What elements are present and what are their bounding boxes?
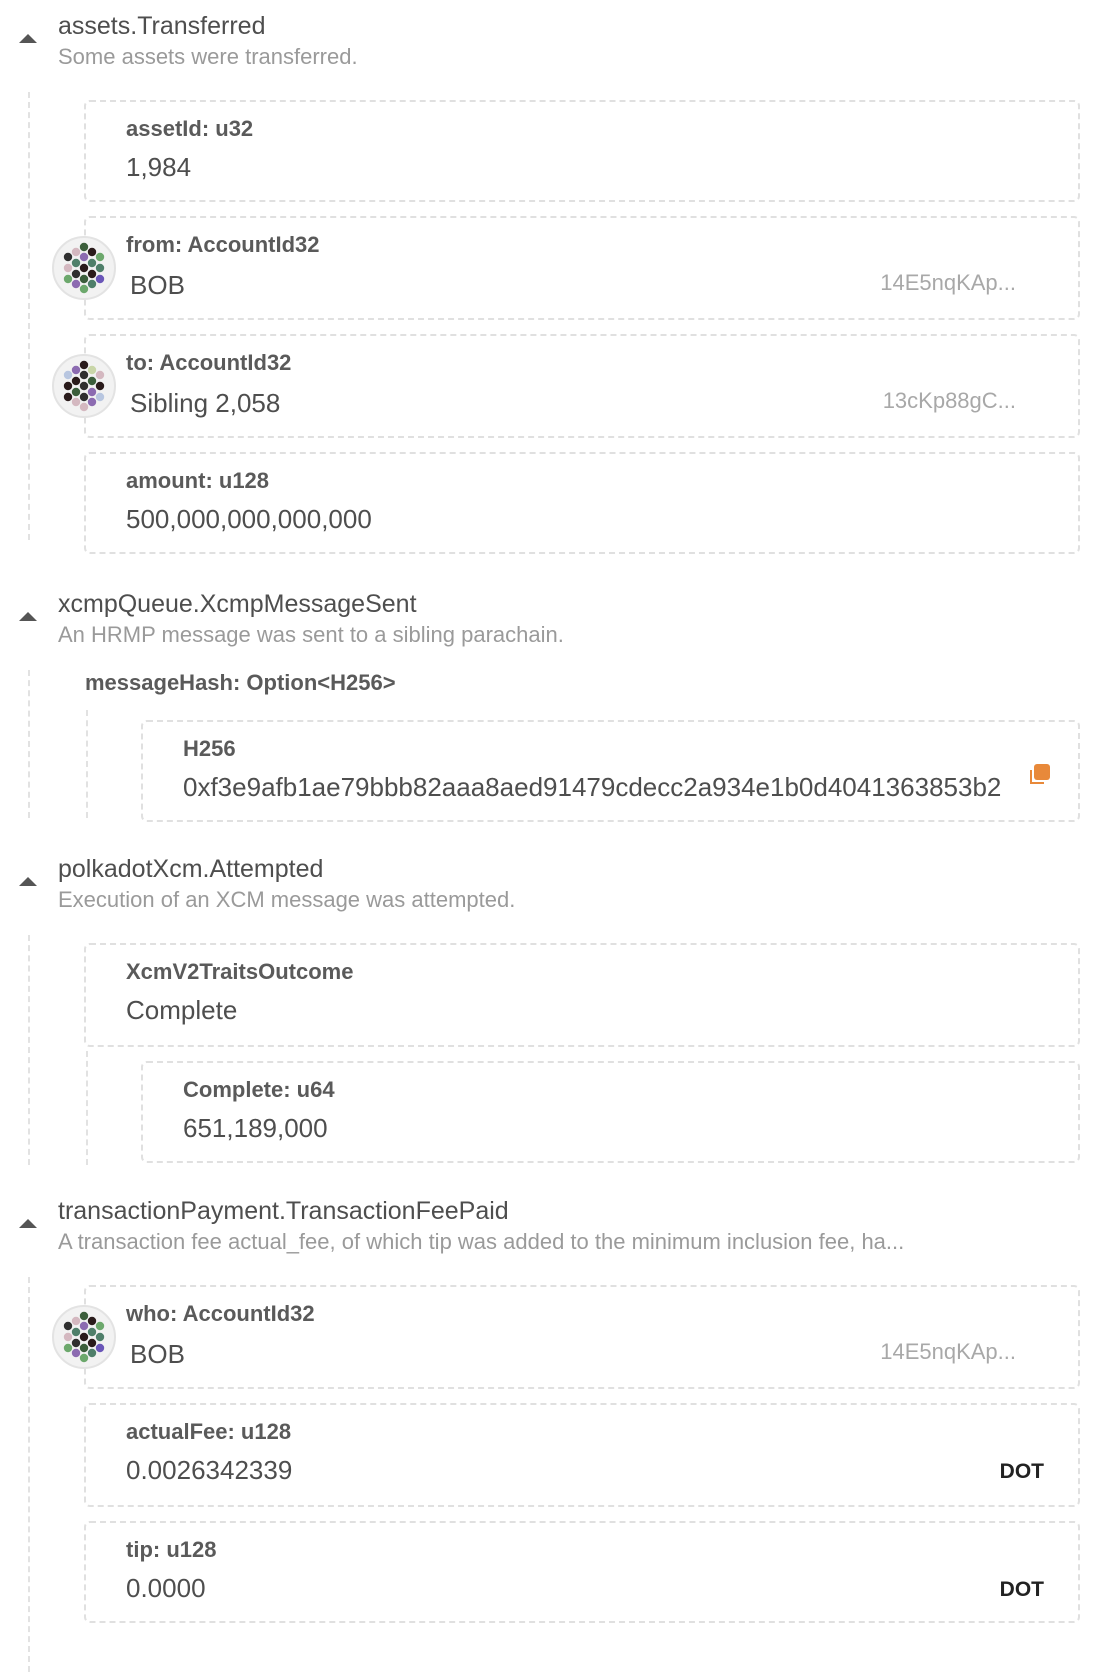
- event-name[interactable]: transactionPayment.TransactionFeePaid: [58, 1197, 509, 1226]
- param-label: amount: u128: [126, 468, 270, 493]
- tree-line: [28, 92, 30, 540]
- param-value: 651,189,000: [183, 1113, 328, 1143]
- param-value: 1,984: [126, 152, 192, 182]
- account-address[interactable]: 13cKp88gC...: [883, 388, 1016, 414]
- caret-up-icon[interactable]: [19, 612, 37, 621]
- param-message-hash: H256 0xf3e9afb1ae79bbb82aaa8aed91479cdec…: [141, 720, 1080, 822]
- event-xcmp-message-sent: xcmpQueue.XcmpMessageSent An HRMP messag…: [0, 578, 1112, 828]
- event-transaction-fee-paid: transactionPayment.TransactionFeePaid A …: [0, 1185, 1112, 1676]
- event-description: Some assets were transferred.: [58, 44, 358, 69]
- param-label: who: AccountId32: [126, 1301, 315, 1326]
- account-avatar-identicon[interactable]: [52, 354, 116, 418]
- account-name[interactable]: BOB: [130, 1339, 185, 1370]
- copy-icon[interactable]: [1030, 764, 1050, 784]
- tree-line: [28, 670, 30, 818]
- caret-up-icon[interactable]: [19, 1219, 37, 1228]
- tree-line-nested: [86, 710, 88, 818]
- currency-unit: DOT: [999, 1578, 1044, 1601]
- param-label: tip: u128: [126, 1537, 217, 1562]
- account-avatar-identicon[interactable]: [52, 1305, 116, 1369]
- param-tip: tip: u128 0.0000 DOT: [84, 1521, 1080, 1623]
- param-amount: amount: u128 500,000,000,000,000: [84, 452, 1080, 554]
- event-xcm-attempted: polkadotXcm.Attempted Execution of an XC…: [0, 843, 1112, 1173]
- account-avatar-identicon[interactable]: [52, 236, 116, 300]
- account-name[interactable]: Sibling 2,058: [130, 388, 280, 419]
- param-complete-weight: Complete: u64 651,189,000: [141, 1061, 1080, 1163]
- param-xcm-outcome: XcmV2TraitsOutcome Complete: [84, 943, 1080, 1047]
- param-to-account: to: AccountId32 Sibling 2,058 13cKp88gC.…: [84, 334, 1080, 438]
- param-label: actualFee: u128: [126, 1419, 292, 1444]
- event-description: Execution of an XCM message was attempte…: [58, 887, 516, 912]
- param-label: to: AccountId32: [126, 350, 292, 375]
- event-description: A transaction fee actual_fee, of which t…: [58, 1229, 905, 1254]
- copy-icon-front: [1034, 764, 1050, 780]
- event-description: An HRMP message was sent to a sibling pa…: [58, 622, 564, 647]
- account-address[interactable]: 14E5nqKAp...: [880, 270, 1016, 296]
- param-from-account: from: AccountId32 BOB 14E5nqKAp...: [84, 216, 1080, 320]
- tree-line: [28, 935, 30, 1165]
- param-label: XcmV2TraitsOutcome: [126, 959, 354, 984]
- param-value: 0.0000: [126, 1573, 206, 1603]
- param-value: 0.0026342339: [126, 1455, 293, 1485]
- param-label: Complete: u64: [183, 1077, 335, 1102]
- param-label: messageHash: Option<H256>: [85, 670, 396, 695]
- tree-line-nested: [86, 1051, 88, 1165]
- param-who-account: who: AccountId32 BOB 14E5nqKAp...: [84, 1285, 1080, 1389]
- param-value: Complete: [126, 995, 238, 1025]
- param-asset-id: assetId: u32 1,984: [84, 100, 1080, 202]
- param-label: H256: [183, 736, 236, 761]
- event-name[interactable]: xcmpQueue.XcmpMessageSent: [58, 590, 417, 619]
- event-name[interactable]: polkadotXcm.Attempted: [58, 855, 323, 884]
- param-value: 500,000,000,000,000: [126, 504, 372, 534]
- hash-value: 0xf3e9afb1ae79bbb82aaa8aed91479cdecc2a93…: [183, 772, 1002, 802]
- account-name[interactable]: BOB: [130, 270, 185, 301]
- account-address[interactable]: 14E5nqKAp...: [880, 1339, 1016, 1365]
- tree-line: [28, 1277, 30, 1672]
- caret-up-icon[interactable]: [19, 877, 37, 886]
- param-label: assetId: u32: [126, 116, 254, 141]
- event-name[interactable]: assets.Transferred: [58, 12, 265, 41]
- param-actual-fee: actualFee: u128 0.0026342339 DOT: [84, 1403, 1080, 1507]
- event-assets-transferred: assets.Transferred Some assets were tran…: [0, 0, 1112, 555]
- currency-unit: DOT: [999, 1460, 1044, 1483]
- caret-up-icon[interactable]: [19, 34, 37, 43]
- param-label: from: AccountId32: [126, 232, 320, 257]
